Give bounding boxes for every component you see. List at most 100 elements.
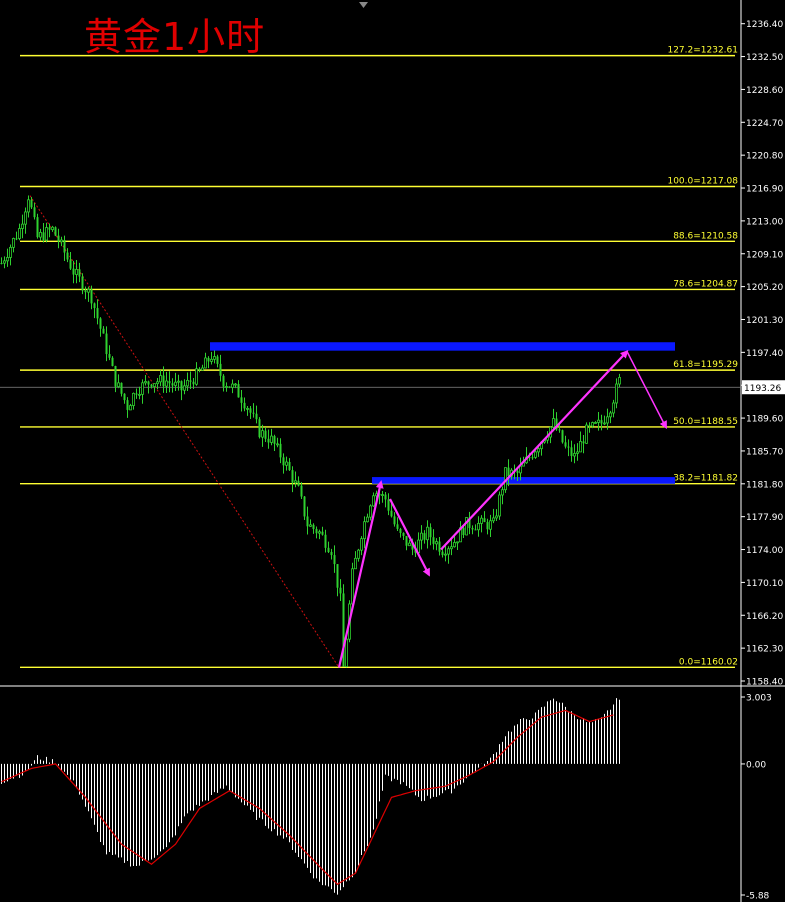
candle-body — [18, 228, 21, 239]
candle-body — [36, 217, 39, 238]
candle-body — [237, 384, 240, 398]
window-marker-icon — [359, 2, 368, 8]
candle-body — [42, 232, 45, 241]
candle-body — [129, 405, 132, 411]
candle-body — [249, 408, 252, 413]
candle-body — [99, 318, 102, 329]
candle-body — [444, 553, 447, 556]
candle-body — [339, 587, 342, 594]
candle-body — [222, 375, 225, 387]
candle-body — [126, 400, 129, 410]
candle-body — [141, 382, 144, 395]
fib-label: 61.8=1195.29 — [673, 360, 738, 370]
candle-body — [288, 461, 291, 471]
gold-chart: 1236.40 1232.50 1228.60 1224.70 1220.80 1216.… — [0, 0, 785, 902]
candle-body — [423, 533, 426, 540]
candle-body — [189, 380, 192, 382]
candle-body — [273, 436, 276, 444]
candle-body — [111, 357, 114, 367]
fib-label: 38.2=1181.82 — [673, 474, 738, 484]
candle-body — [135, 393, 138, 395]
candle-body — [345, 638, 348, 667]
candle-body — [219, 363, 222, 376]
candle-body — [168, 381, 171, 384]
candle-body — [321, 531, 324, 535]
candle-body — [360, 538, 363, 551]
candle-body — [495, 515, 498, 519]
candle-body — [582, 441, 585, 444]
candle-body — [123, 393, 126, 401]
tick-label: 1228.60 — [746, 86, 783, 96]
candle-body — [573, 453, 576, 457]
candle-body — [159, 375, 162, 383]
candle-body — [30, 199, 33, 208]
macd-tick-label: 3.003 — [746, 694, 772, 704]
candle-body — [21, 223, 24, 229]
candle-body — [330, 552, 333, 556]
candle-body — [174, 381, 177, 386]
trend-arrow — [337, 480, 384, 668]
candle-body — [594, 422, 597, 424]
candle-body — [246, 407, 249, 410]
candle-body — [213, 356, 216, 360]
candle-body — [144, 381, 147, 384]
candle-body — [396, 524, 399, 529]
candle-body — [498, 494, 501, 517]
candle-body — [480, 517, 483, 524]
candle-body — [408, 542, 411, 547]
trend-arrow — [440, 350, 629, 551]
tick-label: 1185.70 — [746, 447, 783, 457]
candle-body — [453, 542, 456, 548]
tick-label: 1174.00 — [746, 546, 783, 556]
candle-body — [156, 381, 159, 385]
candle-body — [180, 381, 183, 391]
candle-body — [372, 495, 375, 507]
candle-body — [489, 520, 492, 530]
candle-body — [618, 377, 621, 385]
candle-body — [6, 257, 9, 262]
candle-body — [606, 416, 609, 424]
fib-label: 88.6=1210.58 — [673, 231, 738, 241]
candle-body — [57, 235, 60, 242]
candle-body — [486, 522, 489, 530]
candle-body — [285, 461, 288, 466]
candle-body — [492, 517, 495, 522]
candle-body — [297, 480, 300, 486]
tick-label: 1232.50 — [746, 53, 783, 63]
candle-body — [9, 246, 12, 258]
candle-body — [438, 541, 441, 552]
candle-body — [108, 354, 111, 358]
fib-label: 0.0=1160.02 — [679, 657, 738, 667]
candle-body — [441, 551, 444, 556]
candle-body — [600, 420, 603, 424]
candle-body — [66, 252, 69, 260]
candle-body — [456, 541, 459, 544]
tick-label: 1166.20 — [746, 612, 783, 622]
candle-body — [192, 381, 195, 385]
candle-body — [561, 430, 564, 443]
fib-label: 50.0=1188.55 — [673, 417, 738, 427]
candle-body — [3, 260, 6, 264]
macd-tick-label: -5.88 — [746, 892, 770, 902]
candle-body — [216, 356, 219, 364]
candle-body — [402, 532, 405, 536]
candle-body — [276, 443, 279, 446]
candle-body — [117, 382, 120, 388]
candle-body — [240, 397, 243, 403]
candle-body — [69, 259, 72, 269]
candle-body — [483, 518, 486, 523]
tick-label: 1205.20 — [746, 283, 783, 293]
candle-body — [585, 424, 588, 444]
candle-body — [153, 383, 156, 388]
candle-body — [303, 496, 306, 517]
candle-body — [33, 207, 36, 218]
candle-body — [294, 480, 297, 484]
candle-body — [507, 467, 510, 477]
candle-body — [258, 419, 261, 438]
candle-body — [612, 402, 615, 414]
candle-body — [609, 412, 612, 418]
candle-body — [51, 226, 54, 231]
candle-body — [75, 268, 78, 275]
candle-body — [96, 308, 99, 319]
candle-body — [105, 333, 108, 355]
